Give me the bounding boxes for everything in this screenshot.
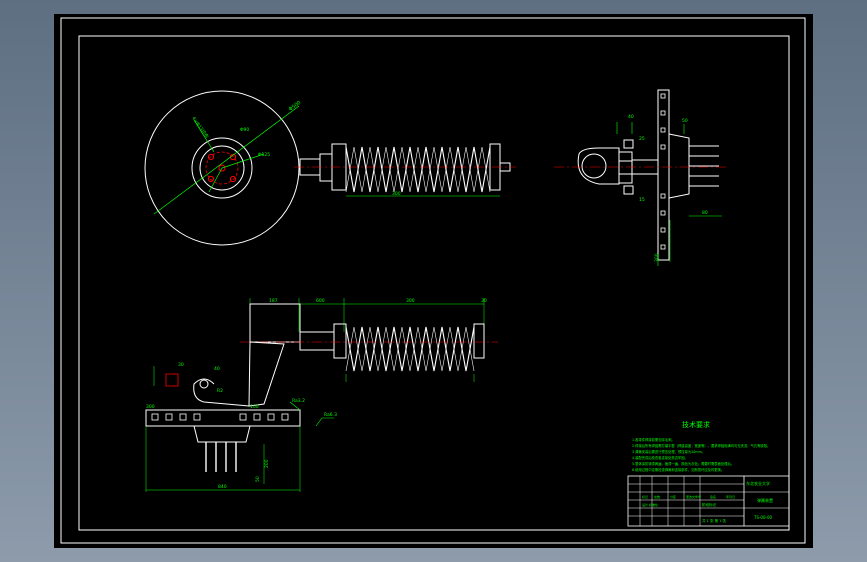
spring-length-label: 300 xyxy=(392,191,401,197)
base-left-label: 300 xyxy=(146,404,155,410)
mount-plate xyxy=(657,89,670,261)
base-len-label: 840 xyxy=(218,484,227,490)
tb-stage-label: 阶段标记 xyxy=(702,502,716,507)
assembly-view: 187 600 300 30 30 40 R2 840 300 100 50 2… xyxy=(145,298,498,492)
angle-label: R2 xyxy=(217,388,223,394)
tech-note: 2.焊接后所有焊缝需打磨平整（焊缝高度，宽度等）。要求焊缝饱满均匀无夹渣、气孔等… xyxy=(632,443,770,448)
tech-note: 4.装配完成后检查各连接处是否牢固。 xyxy=(632,455,688,460)
nut-bottom xyxy=(623,185,634,195)
plate-hole xyxy=(660,127,666,133)
arm-link xyxy=(248,341,285,407)
tb-sheet: 共 1 张 第 1 张 xyxy=(702,518,727,523)
base-hole xyxy=(151,413,159,421)
tech-note: 3.弹簧安装后需进行预压处理，预压量为20mm。 xyxy=(632,449,705,454)
tb-row: 分区 xyxy=(670,494,676,499)
tb-row: 签名 xyxy=(710,494,716,499)
side-h2-label: 15 xyxy=(639,197,645,203)
vert-b-label: 200 xyxy=(264,459,270,468)
shaft-collar xyxy=(319,153,333,182)
len-d-label: 30 xyxy=(481,298,487,304)
base-hole xyxy=(267,413,275,421)
len-c-label: 300 xyxy=(406,298,415,304)
title-block: 东北农业大学 弹簧装置 TS-00-00 阶段标记 共 1 张 第 1 张 标记… xyxy=(627,475,790,527)
spring-coils xyxy=(345,326,475,372)
plate-hole xyxy=(660,244,666,250)
tech-requirements: 技术要求 1.各零件焊接前需去除毛刺。 2.焊接后所有焊缝需打磨平整（焊缝高度，… xyxy=(632,420,770,472)
drawing-canvas: Φ500 4×Φ13均布 Φ125 Φ90 300 40 25 15 50 80… xyxy=(60,17,806,544)
nut-top xyxy=(623,139,634,149)
tech-note: 5.整体涂防锈漆两遍，面漆一遍，颜色为灰色；需要时需表面处理后。 xyxy=(632,461,734,466)
mount-plate-holes xyxy=(660,93,666,250)
base-hole xyxy=(179,413,187,421)
spring-plate-right xyxy=(473,323,485,359)
housing xyxy=(249,303,301,343)
spring-coils-back xyxy=(345,146,491,193)
base-plate-holes xyxy=(151,413,289,421)
clevis-pin-top xyxy=(618,151,633,162)
len-b-label: 600 xyxy=(316,298,325,304)
tb-school: 东北农业大学 xyxy=(746,480,770,486)
side-h1-label: 25 xyxy=(639,136,645,142)
tb-drawing-no: TS-00-00 xyxy=(753,515,773,520)
side-top-label: 40 xyxy=(628,114,634,120)
clevis-body xyxy=(577,147,620,185)
plate-hole xyxy=(660,93,666,99)
tb-row: 更改文件号 xyxy=(686,494,701,499)
base-hole xyxy=(165,413,173,421)
bracket-wedge xyxy=(668,133,690,199)
spring-coils-back xyxy=(345,326,475,372)
bolt-hole xyxy=(207,175,215,183)
plate-hole xyxy=(660,110,666,116)
hub-dia-label: Φ90 xyxy=(240,127,249,133)
tb-drawing-name: 弹簧装置 xyxy=(757,497,773,503)
plate-hole xyxy=(660,227,666,233)
bolt-circle-label: Φ125 xyxy=(258,152,270,158)
small-a-label: 30 xyxy=(178,362,184,368)
tb-row: 年月日 xyxy=(726,494,735,499)
bolt-hole xyxy=(207,153,215,161)
ra1-label: Ra3.2 xyxy=(292,398,305,404)
clevis-pin-bottom xyxy=(618,173,633,184)
hole-note-label: 4×Φ13均布 xyxy=(190,115,210,140)
base-h-label: 100 xyxy=(250,404,259,410)
len-a-label: 187 xyxy=(269,298,278,304)
vert-a-label: 50 xyxy=(255,476,261,482)
tech-title: 技术要求 xyxy=(682,420,710,429)
plate-hole xyxy=(660,210,666,216)
side-view: 40 25 15 50 80 300 xyxy=(554,89,726,266)
front-view: Φ500 4×Φ13均布 Φ125 Φ90 300 xyxy=(144,90,516,246)
bolt-hole xyxy=(229,175,237,183)
clevis-eye xyxy=(581,153,607,179)
tine-holder xyxy=(193,425,251,443)
side-total-label: 300 xyxy=(654,253,660,262)
tb-row: 处数 xyxy=(654,494,660,499)
base-hole xyxy=(281,413,289,421)
stop-block xyxy=(165,373,179,387)
tech-note: 6.使用过程中定期检查弹簧和连接部件，如有损坏应及时更换。 xyxy=(632,467,724,472)
plate-hole xyxy=(660,144,666,150)
disc-dia-label: Φ500 xyxy=(288,100,302,113)
tb-row: 标记 xyxy=(642,494,648,499)
ra-leader xyxy=(315,417,334,427)
tech-note: 1.各零件焊接前需去除毛刺。 xyxy=(632,437,675,442)
base-hole xyxy=(193,413,201,421)
base-hole xyxy=(253,413,261,421)
sleeve xyxy=(299,331,335,351)
plate-hole xyxy=(660,193,666,199)
tb-row2: 设计 标准化 xyxy=(642,502,658,507)
pivot-pin xyxy=(199,379,209,389)
spring-coils-top xyxy=(345,146,491,193)
side-w1-label: 50 xyxy=(682,118,688,124)
cad-viewport[interactable]: Φ500 4×Φ13均布 Φ125 Φ90 300 40 25 15 50 80… xyxy=(54,14,813,548)
side-w2-label: 80 xyxy=(702,210,708,216)
small-b-label: 40 xyxy=(214,366,220,372)
base-plate xyxy=(145,409,301,427)
ra2-label: Ra6.3 xyxy=(324,412,337,418)
base-hole xyxy=(239,413,247,421)
